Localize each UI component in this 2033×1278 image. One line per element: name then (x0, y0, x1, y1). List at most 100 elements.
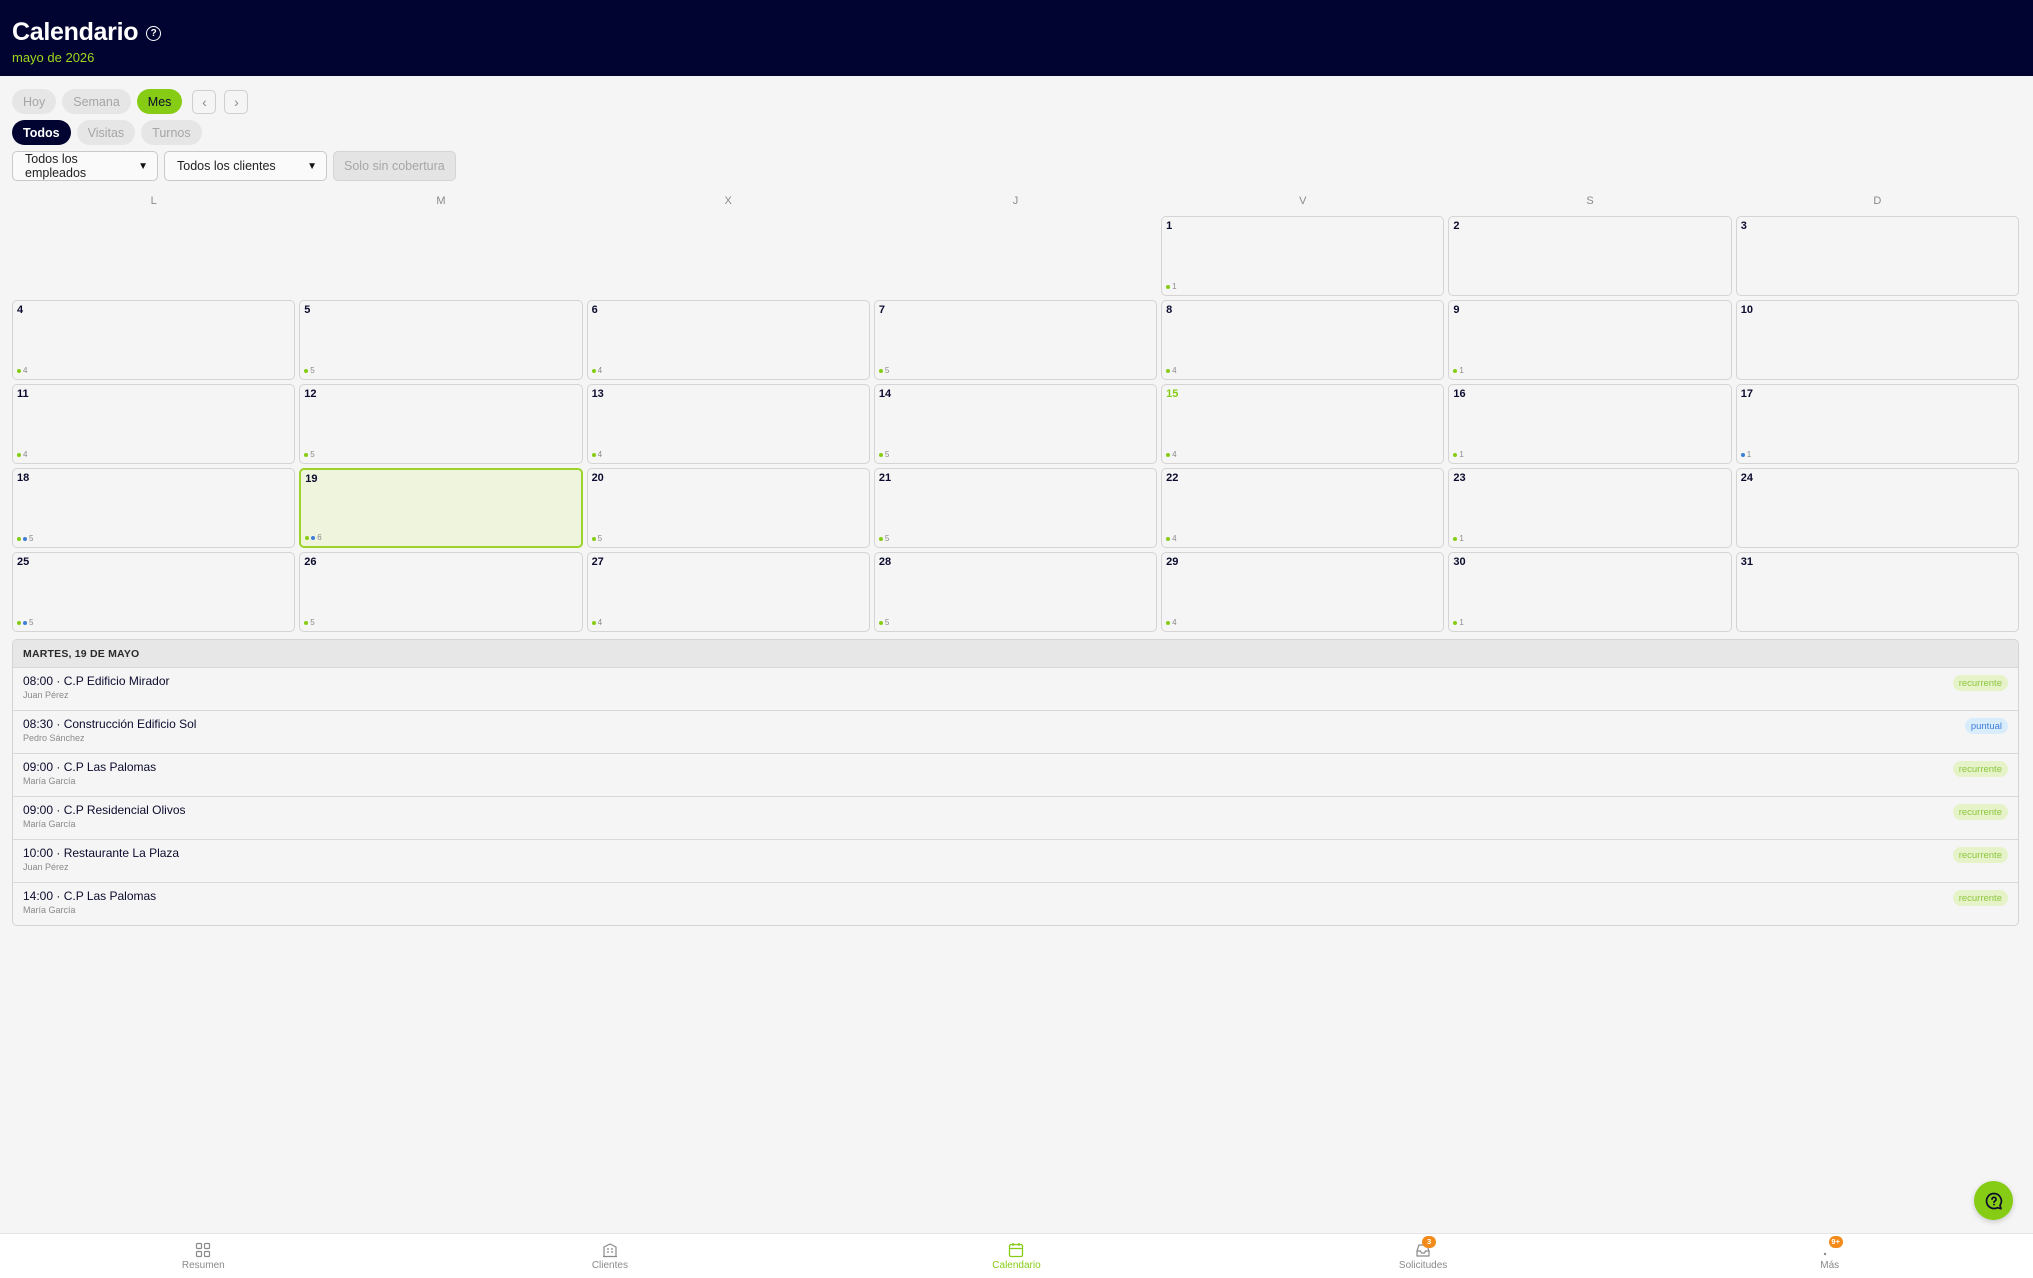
event-count: 4 (1166, 618, 1177, 627)
event-count: 6 (305, 533, 322, 542)
prev-month-button[interactable]: ‹ (192, 89, 217, 114)
calendar-day-cell[interactable]: 21 5 (873, 468, 1158, 548)
employee-select-value: Todos los empleados (25, 152, 87, 180)
calendar-day-cell[interactable]: 10 (1735, 300, 2019, 380)
recurrence-tag: recurrente (1952, 804, 2008, 820)
calendar-day-cell[interactable]: 2 (1448, 216, 1732, 296)
calendar-day-cell[interactable]: 30 1 (1448, 552, 1732, 632)
solicitudes-badge: 3 (1422, 1235, 1437, 1248)
appointment-employee: Pedro Sánchez (23, 733, 85, 743)
appointment-row[interactable]: 08:30 · Construcción Edificio Sol Pedro S… (13, 710, 2018, 753)
help-icon[interactable]: ? (146, 26, 162, 41)
support-chat-button[interactable] (1974, 1181, 2013, 1220)
appointment-row[interactable]: 14:00 · C.P Las Palomas María García recur… (13, 882, 2018, 925)
tab-hoy[interactable]: Hoy (12, 89, 57, 114)
calendar-day-cell[interactable]: 27 4 (586, 552, 870, 632)
event-count-value: 5 (310, 450, 315, 459)
tab-semana[interactable]: Semana (62, 89, 131, 114)
calendar-day-cell[interactable]: 91 (1448, 300, 1732, 380)
event-count-value: 4 (1172, 450, 1177, 459)
appointment-employee: María García (23, 819, 76, 829)
coverage-filter-button[interactable]: Solo sin cobertura (333, 151, 456, 181)
visit-dot-icon (878, 620, 883, 625)
nav-label: Calendario (992, 1259, 1041, 1271)
calendar-day-cell[interactable]: 11 4 (12, 384, 296, 464)
calendar-day-cell[interactable]: 24 (1735, 468, 2019, 548)
day-number: 30 (1453, 556, 1466, 568)
client-select-value: Todos los clientes (177, 159, 276, 173)
nav-clientes[interactable]: Clientes (407, 1234, 814, 1278)
calendar-day-cell[interactable]: 23 1 (1448, 468, 1732, 548)
calendar-day-cell[interactable]: 13 4 (586, 384, 870, 464)
tab-mes[interactable]: Mes (136, 89, 183, 114)
calendar-day-cell[interactable]: 22 4 (1161, 468, 1445, 548)
nav-resumen[interactable]: Resumen (0, 1234, 407, 1278)
event-count-value: 5 (884, 534, 890, 543)
day-number: 13 (591, 388, 604, 400)
day-number: 29 (1166, 556, 1179, 568)
nav-mas[interactable]: 9+ Más (1626, 1234, 2033, 1278)
day-number: 10 (1740, 304, 1753, 316)
visit-dot-icon (1166, 368, 1171, 373)
calendar-day-cell[interactable]: 64 (586, 300, 870, 380)
chevron-left-icon: ‹ (202, 93, 207, 110)
calendar-day-cell[interactable]: 16 1 (1448, 384, 1732, 464)
day-number: 16 (1453, 388, 1466, 400)
calendar-day-cell[interactable]: 26 5 (299, 552, 583, 632)
nav-solicitudes[interactable]: 3 Solicitudes (1220, 1234, 1627, 1278)
event-count-value: 4 (597, 450, 603, 459)
event-count: 1 (1453, 450, 1464, 459)
day-number: 7 (878, 304, 885, 316)
calendar-day-cell[interactable]: 31 (1735, 552, 2019, 632)
calendar-day-cell[interactable]: 14 5 (873, 384, 1158, 464)
calendar-day-cell[interactable]: 3 (1735, 216, 2019, 296)
employee-select[interactable]: Todos los empleados ▼ (12, 151, 158, 181)
nav-calendario[interactable]: Calendario (813, 1234, 1220, 1278)
calendar-day-cell[interactable]: 19 6 (299, 468, 583, 548)
chevron-down-icon: ▼ (138, 160, 148, 172)
filter-visitas[interactable]: Visitas (76, 120, 136, 145)
appointment-employee: María García (23, 776, 76, 786)
appointment-title: 14:00 · C.P Las Palomas (23, 889, 157, 903)
appointment-employee: Juan Pérez (23, 862, 69, 872)
event-count-value: 1 (1459, 366, 1464, 375)
calendar-day-cell[interactable]: 18 5 (12, 468, 296, 548)
visit-dot-icon (591, 368, 596, 373)
visit-dot-icon (1166, 452, 1171, 457)
visit-dot-icon (17, 620, 21, 625)
calendar-day-cell[interactable]: 28 5 (873, 552, 1158, 632)
event-count: 5 (878, 450, 889, 459)
calendar-day-cell[interactable]: 44 (12, 300, 296, 380)
calendar-day-cell[interactable]: 55 (299, 300, 583, 380)
next-month-button[interactable]: › (224, 89, 249, 114)
appointment-row[interactable]: 10:00 · Restaurante La Plaza Juan Pérez re… (13, 839, 2018, 882)
appointment-row[interactable]: 09:00 · C.P Residencial Olivos María Garc… (13, 796, 2018, 839)
calendar-day-cell[interactable]: 75 (873, 300, 1158, 380)
visit-dot-icon (878, 368, 883, 373)
calendar-day-cell[interactable]: 17 1 (1735, 384, 2019, 464)
recurrence-tag: recurrente (1952, 675, 2008, 691)
event-count-value: 4 (23, 366, 28, 375)
client-select[interactable]: Todos los clientes ▼ (164, 151, 327, 181)
calendar-day-cell[interactable]: 84 (1161, 300, 1445, 380)
calendar-day-cell[interactable]: 25 5 (12, 552, 296, 632)
day-number: 19 (305, 473, 318, 485)
appointment-row[interactable]: 08:00 · C.P Edificio Mirador Juan Pérez re… (13, 667, 2018, 710)
event-count: 1 (1453, 618, 1464, 627)
calendar-day-cell[interactable]: 12 5 (299, 384, 583, 464)
recurrence-tag: recurrente (1952, 847, 2008, 863)
event-count: 4 (1166, 366, 1177, 375)
calendar-day-cell[interactable]: 11 (1161, 216, 1445, 296)
filter-todos[interactable]: Todos (12, 120, 71, 145)
event-count-value: 5 (29, 618, 34, 627)
calendar-day-cell[interactable]: 20 5 (586, 468, 870, 548)
appointment-row[interactable]: 09:00 · C.P Las Palomas María García recur… (13, 753, 2018, 796)
event-count: 4 (17, 450, 27, 459)
calendar-day-cell[interactable]: 29 4 (1161, 552, 1445, 632)
event-count-value: 5 (310, 618, 315, 627)
nav-label: Solicitudes (1398, 1259, 1448, 1271)
day-number: 26 (304, 556, 317, 568)
calendar-day-cell[interactable]: 15 4 (1161, 384, 1445, 464)
filter-turnos[interactable]: Turnos (141, 120, 202, 145)
bottom-nav: Resumen Clientes Calendario 3 Solicitude… (0, 1233, 2033, 1278)
